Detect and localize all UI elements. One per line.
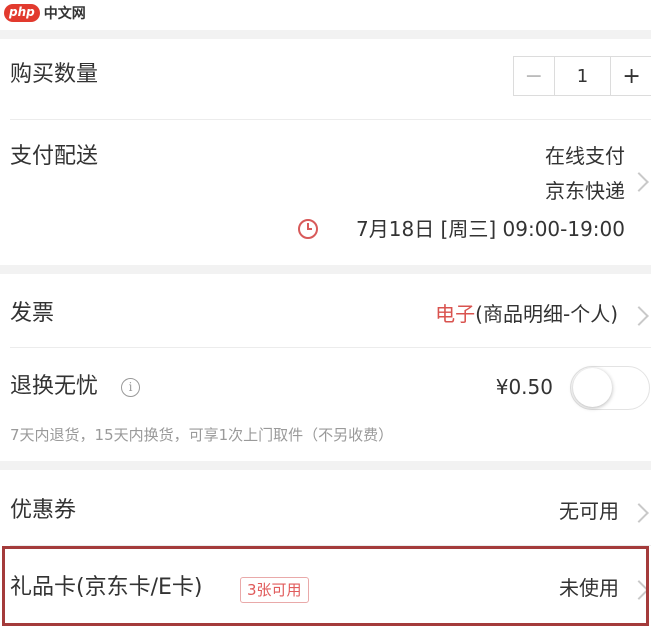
chevron-right-icon bbox=[629, 172, 649, 192]
return-service-label: 退换无忧 bbox=[10, 374, 99, 399]
quantity-stepper[interactable]: − 1 + bbox=[513, 56, 651, 96]
row-separator bbox=[10, 347, 651, 348]
payment-label: 支付配送 bbox=[10, 144, 99, 169]
coupon-label: 优惠券 bbox=[10, 498, 77, 523]
info-icon[interactable]: i bbox=[121, 378, 140, 397]
decrease-button[interactable]: − bbox=[514, 57, 555, 95]
section-divider bbox=[0, 461, 651, 470]
increase-button[interactable]: + bbox=[611, 57, 651, 95]
section-divider bbox=[0, 265, 651, 274]
chevron-right-icon bbox=[629, 503, 649, 523]
return-service-toggle[interactable] bbox=[570, 366, 650, 410]
payment-method: 在线支付 bbox=[545, 144, 625, 168]
delivery-time: 7月18日 [周三] 09:00-19:00 bbox=[356, 217, 625, 241]
courier-name: 京东快递 bbox=[545, 179, 625, 203]
logo-text: 中文网 bbox=[43, 6, 86, 22]
invoice-label: 发票 bbox=[10, 301, 55, 326]
highlight-box bbox=[2, 546, 649, 626]
watermark-logo: php 中文网 bbox=[4, 2, 86, 24]
toggle-knob bbox=[573, 368, 612, 407]
return-service-price: ¥0.50 bbox=[495, 375, 553, 399]
clock-icon bbox=[298, 219, 318, 239]
logo-badge: php bbox=[4, 4, 40, 22]
invoice-detail: (商品明细-个人) bbox=[475, 302, 618, 326]
invoice-type: 电子 bbox=[435, 302, 476, 326]
chevron-right-icon bbox=[629, 306, 649, 326]
coupon-status: 无可用 bbox=[559, 499, 619, 523]
return-service-description: 7天内退货，15天内换货，可享1次上门取件（不另收费） bbox=[10, 426, 394, 444]
invoice-value: 电子(商品明细-个人) bbox=[435, 304, 618, 324]
section-divider bbox=[0, 30, 651, 39]
quantity-label: 购买数量 bbox=[10, 62, 99, 87]
top-strip: php 中文网 bbox=[0, 0, 651, 30]
quantity-value[interactable]: 1 bbox=[555, 57, 612, 95]
row-separator bbox=[10, 119, 651, 120]
